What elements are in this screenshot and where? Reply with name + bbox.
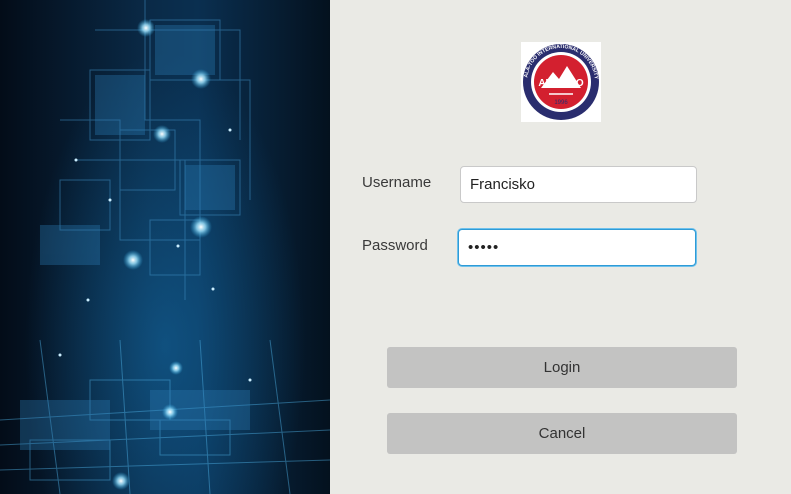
university-logo: ALA-TOO 1996 ALA-TOO INTERNATIONAL UNIVE… bbox=[521, 42, 601, 122]
cancel-button[interactable]: Cancel bbox=[387, 413, 737, 454]
username-input[interactable] bbox=[460, 166, 697, 203]
login-panel: ALA-TOO 1996 ALA-TOO INTERNATIONAL UNIVE… bbox=[330, 0, 791, 494]
circuit-network-graphic bbox=[0, 0, 330, 494]
background-image bbox=[0, 0, 330, 494]
password-input[interactable] bbox=[458, 229, 696, 266]
logo-year-text: 1996 bbox=[554, 100, 568, 106]
login-button[interactable]: Login bbox=[387, 347, 737, 388]
username-label: Username bbox=[362, 174, 432, 191]
ala-too-logo-icon: ALA-TOO 1996 ALA-TOO INTERNATIONAL UNIVE… bbox=[523, 44, 599, 120]
logo-brand-text: ALA-TOO bbox=[538, 78, 584, 89]
password-label: Password bbox=[362, 237, 428, 254]
